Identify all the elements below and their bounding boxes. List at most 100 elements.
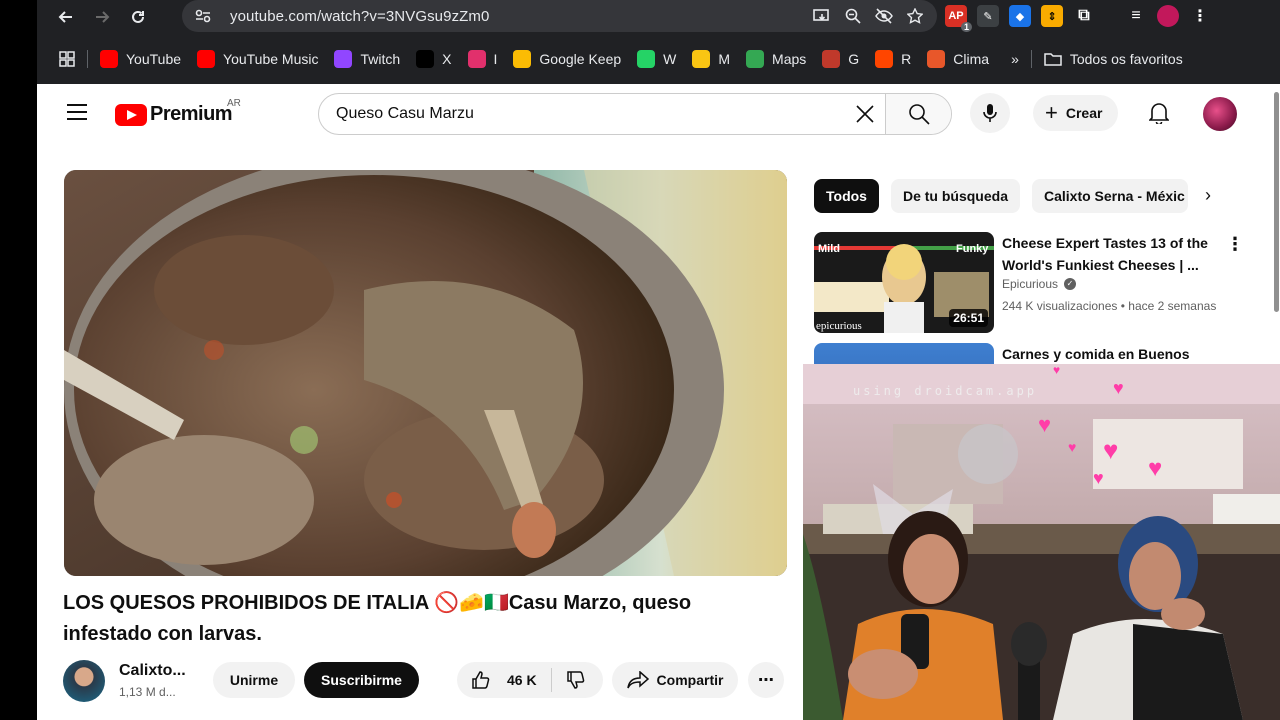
extension-icon-4[interactable]: ⇕ xyxy=(1041,5,1063,27)
account-avatar[interactable] xyxy=(1203,97,1237,131)
weather-icon xyxy=(927,50,946,68)
playlist-icon[interactable]: ≡ xyxy=(1125,5,1147,27)
bookmark-item[interactable]: Clima xyxy=(919,45,997,73)
address-bar[interactable]: youtube.com/watch?v=3NVGsu9zZm0 xyxy=(182,0,937,32)
site-settings-icon[interactable] xyxy=(188,2,218,30)
browser-chrome: youtube.com/watch?v=3NVGsu9zZm0 AP 1 ✎ ◆ … xyxy=(37,0,1280,84)
bookmarks-separator xyxy=(87,50,88,68)
youtube-header: Premium AR + Crear xyxy=(37,84,1280,142)
subscriber-count: 1,13 M d... xyxy=(119,685,176,699)
bookmark-label: YouTube Music xyxy=(223,51,319,67)
bookmark-item[interactable]: Twitch xyxy=(326,45,408,73)
dislike-button[interactable] xyxy=(552,662,600,698)
bookmark-label: W xyxy=(663,51,677,67)
clear-search-icon[interactable] xyxy=(845,94,885,134)
reload-icon xyxy=(132,10,144,23)
bookmark-item[interactable]: YouTube xyxy=(92,45,189,73)
logo-country-code: AR xyxy=(227,98,241,109)
bookmark-item[interactable]: X xyxy=(408,45,459,73)
adblock-extension-icon[interactable]: AP 1 xyxy=(945,5,972,32)
bookmark-label: M xyxy=(718,51,731,67)
heart-sticker-icon: ♥ xyxy=(1093,468,1104,488)
recommendation-item[interactable]: Mild Funky epicurious 26:51 Cheese Exper… xyxy=(814,232,1254,333)
extension-icon-3[interactable]: ◆ xyxy=(1009,5,1031,27)
thumbs-down-icon xyxy=(566,671,584,689)
all-bookmarks-label: Todos os favoritos xyxy=(1069,51,1183,67)
create-button[interactable]: + Crear xyxy=(1033,95,1119,131)
reload-button[interactable] xyxy=(123,2,153,32)
channel-name[interactable]: Calixto... xyxy=(119,662,186,680)
extensions-puzzle-icon[interactable]: ⧉ xyxy=(1073,5,1095,27)
join-button[interactable]: Unirme xyxy=(213,662,295,698)
bookmark-label: R xyxy=(901,51,912,67)
bookmark-item[interactable]: Google Keep xyxy=(505,45,629,73)
voice-search-button[interactable] xyxy=(970,93,1010,133)
bookmark-item[interactable]: R xyxy=(867,45,919,73)
bookmark-item[interactable]: M xyxy=(684,45,738,73)
search-button[interactable] xyxy=(885,94,951,134)
filter-chips: Todos De tu búsqueda Calixto Serna - Méx… xyxy=(814,179,1188,213)
g-icon xyxy=(822,50,841,68)
bookmark-label: YouTube xyxy=(126,51,182,67)
back-button[interactable] xyxy=(51,2,81,32)
chevron-right-icon[interactable]: › xyxy=(1205,185,1211,206)
chip-todos[interactable]: Todos xyxy=(814,179,879,213)
more-actions-button[interactable]: ⋯ xyxy=(748,662,784,698)
more-bookmarks-button[interactable]: » xyxy=(1003,45,1027,73)
profile-avatar-icon[interactable] xyxy=(1157,5,1179,27)
bookmark-item[interactable]: I xyxy=(460,45,506,73)
zoom-icon[interactable] xyxy=(845,8,861,24)
recommendation-title[interactable]: Carnes y comida en Buenos xyxy=(1002,343,1217,365)
webcam-overlay: ♥ ♥ ♥ ♥ ♥ ♥ ♥ using droidcam.app xyxy=(803,364,1280,720)
bookmark-label: X xyxy=(442,51,452,67)
thumb-label-funky: Funky xyxy=(956,243,989,255)
chip-de-tu-busqueda[interactable]: De tu búsqueda xyxy=(890,179,1020,213)
bookmark-item[interactable]: YouTube Music xyxy=(189,45,326,73)
video-frame-image xyxy=(64,170,787,576)
heart-sticker-icon: ♥ xyxy=(1113,378,1124,398)
verified-check-icon: ✓ xyxy=(1064,278,1077,290)
apps-grid-icon[interactable] xyxy=(37,45,83,73)
all-bookmarks-folder[interactable]: Todos os favoritos xyxy=(1036,45,1191,73)
webcam-watermark: using droidcam.app xyxy=(853,384,1038,398)
back-arrow-icon xyxy=(58,10,72,23)
page-scrollbar[interactable] xyxy=(1274,92,1279,312)
bookmark-item[interactable]: Maps xyxy=(738,45,814,73)
webcam-feed-image: ♥ ♥ ♥ ♥ ♥ ♥ ♥ xyxy=(803,364,1280,720)
menu-hamburger-icon[interactable] xyxy=(67,104,87,120)
bookmark-label: G xyxy=(848,51,860,67)
extension-icon-2[interactable]: ✎ xyxy=(977,5,999,27)
share-label: Compartir xyxy=(656,672,724,688)
recommendation-thumbnail[interactable]: Mild Funky epicurious 26:51 xyxy=(814,232,994,333)
like-count: 46 K xyxy=(507,672,537,688)
search-icon xyxy=(908,104,930,125)
notifications-bell-icon[interactable] xyxy=(1147,100,1171,126)
address-bar-icons xyxy=(813,0,923,32)
bookmark-star-icon[interactable] xyxy=(907,8,923,24)
url-text[interactable]: youtube.com/watch?v=3NVGsu9zZm0 xyxy=(230,8,489,25)
share-button[interactable]: Compartir xyxy=(612,662,738,698)
forward-button[interactable] xyxy=(87,2,117,32)
channel-avatar[interactable] xyxy=(63,660,105,702)
google-maps-icon xyxy=(746,50,765,68)
recommendation-title[interactable]: Cheese Expert Tastes 13 of the World's F… xyxy=(1002,232,1217,276)
search-input[interactable] xyxy=(319,94,845,134)
bookmark-label: Clima xyxy=(953,51,990,67)
youtube-premium-logo[interactable]: Premium AR xyxy=(115,98,241,126)
recommendation-menu-icon[interactable]: ⋮ xyxy=(1226,234,1244,255)
video-player[interactable] xyxy=(64,170,787,576)
recommendation-channel[interactable]: Epicurious ✓ xyxy=(1002,277,1077,291)
like-button[interactable]: 46 K xyxy=(457,662,551,698)
subscribe-button[interactable]: Suscribirme xyxy=(304,662,419,698)
cast-install-icon[interactable] xyxy=(813,8,831,24)
bookmark-list: YouTube YouTube Music Twitch X I Google Keep W… xyxy=(92,45,997,73)
eye-off-icon[interactable] xyxy=(875,8,893,24)
bookmark-item[interactable]: G xyxy=(814,45,867,73)
heart-sticker-icon: ♥ xyxy=(1103,435,1118,465)
extension-badge: 1 xyxy=(960,22,972,32)
browser-menu-icon[interactable]: ⋮ xyxy=(1189,5,1211,27)
chip-channel[interactable]: Calixto Serna - Méxic xyxy=(1031,179,1188,213)
bookmark-label: I xyxy=(493,51,498,67)
bookmark-label: Maps xyxy=(772,51,807,67)
bookmark-item[interactable]: W xyxy=(629,45,684,73)
